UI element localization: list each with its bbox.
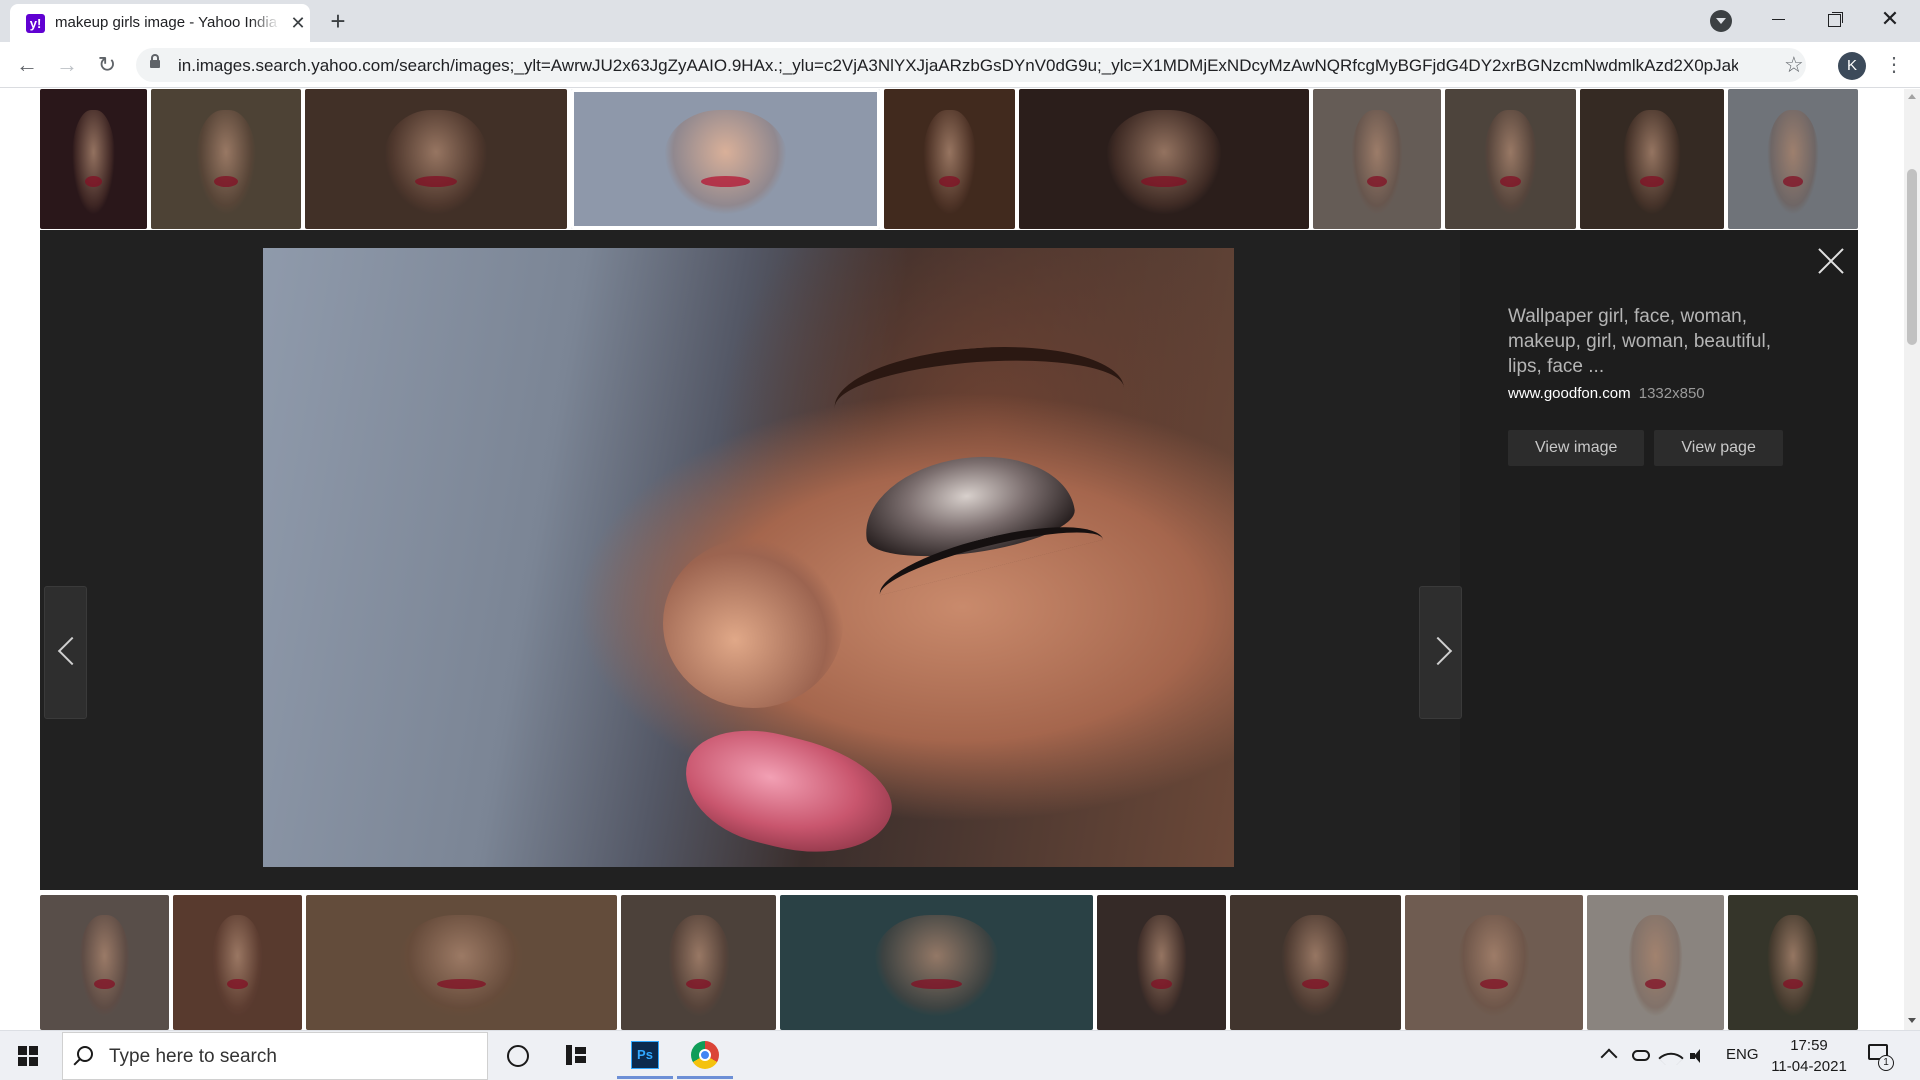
windows-start-icon[interactable] [18, 1046, 38, 1066]
page-scrollbar[interactable] [1904, 89, 1920, 1030]
result-thumbnail[interactable] [305, 89, 567, 229]
result-thumbnail[interactable] [151, 89, 301, 229]
result-thumbnail[interactable] [1405, 895, 1583, 1030]
image-info: Wallpaper girl, face, woman, makeup, gir… [1508, 304, 1808, 466]
system-clock[interactable]: 17:59 11-04-2021 [1770, 1035, 1848, 1077]
image-preview-panel: Wallpaper girl, face, woman, makeup, gir… [40, 230, 1858, 890]
photoshop-icon: Ps [631, 1041, 659, 1069]
scroll-up-arrow-icon[interactable] [1908, 94, 1916, 99]
clock-time: 17:59 [1790, 1037, 1828, 1054]
taskbar-search-placeholder: Type here to search [109, 1046, 277, 1067]
minimize-button[interactable] [1750, 0, 1806, 40]
image-source: www.goodfon.com 1332x850 [1508, 385, 1808, 402]
taskbar-photoshop[interactable]: Ps [617, 1031, 673, 1079]
url-text[interactable]: in.images.search.yahoo.com/search/images… [178, 56, 1738, 76]
result-thumbnail[interactable] [1097, 895, 1226, 1030]
chevron-left-icon [57, 636, 87, 666]
result-thumbnail[interactable] [1587, 895, 1724, 1030]
result-thumbnail[interactable] [884, 89, 1015, 229]
browser-toolbar: ← → ↻ in.images.search.yahoo.com/search/… [0, 42, 1920, 88]
result-thumbnail[interactable] [306, 895, 617, 1030]
network-icon[interactable] [1658, 1045, 1684, 1071]
search-results-page: Wallpaper girl, face, woman, makeup, gir… [0, 89, 1904, 1030]
result-thumbnail[interactable] [173, 895, 302, 1030]
result-thumbnail[interactable] [1728, 89, 1858, 229]
tab-strip: y! makeup girls image - Yahoo India Imag… [0, 0, 1920, 42]
taskbar-chrome[interactable] [677, 1031, 733, 1079]
close-preview-icon[interactable] [1816, 246, 1846, 276]
chrome-icon [691, 1041, 719, 1069]
result-thumbnail[interactable] [1313, 89, 1441, 229]
profile-avatar[interactable]: K [1838, 52, 1866, 80]
preview-image[interactable] [263, 248, 1234, 867]
result-thumbnail-selected[interactable] [571, 89, 880, 229]
forward-arrow-icon[interactable]: → [52, 50, 82, 80]
image-detail-nose [663, 538, 843, 708]
input-language[interactable]: ENG [1726, 1046, 1759, 1063]
search-icon [77, 1046, 93, 1062]
result-thumbnail[interactable] [621, 895, 776, 1030]
tab-close-icon[interactable]: ✕ [288, 13, 308, 33]
volume-icon[interactable] [1690, 1049, 1708, 1063]
yahoo-favicon-icon: y! [26, 14, 45, 33]
chevron-right-icon [1423, 636, 1453, 666]
windows-taskbar: Type here to search Ps ENG 17:59 11-04-2… [0, 1030, 1920, 1080]
result-thumbnail[interactable] [1019, 89, 1309, 229]
tab-search-icon[interactable] [1710, 10, 1732, 32]
view-image-button[interactable]: View image [1508, 430, 1645, 466]
more-menu-icon[interactable]: ⋮ [1884, 52, 1904, 80]
result-thumbnail[interactable] [40, 895, 169, 1030]
preview-image-area [40, 230, 1462, 890]
result-thumbnail[interactable] [40, 89, 147, 229]
address-bar[interactable]: in.images.search.yahoo.com/search/images… [136, 48, 1806, 82]
cortana-icon[interactable] [507, 1045, 529, 1067]
onedrive-icon[interactable] [1632, 1050, 1650, 1061]
thumbnail-row-top [40, 89, 1858, 229]
lock-icon[interactable] [150, 54, 160, 68]
task-view-icon[interactable] [566, 1045, 588, 1065]
reload-icon[interactable]: ↻ [92, 50, 122, 80]
image-actions: View image View page [1508, 430, 1808, 466]
result-thumbnail[interactable] [1728, 895, 1858, 1030]
notification-count-badge: 1 [1878, 1055, 1894, 1071]
restore-button[interactable] [1806, 0, 1862, 40]
browser-tab[interactable]: y! makeup girls image - Yahoo India Imag… [10, 4, 310, 42]
image-detail-lips [672, 714, 904, 867]
scroll-down-arrow-icon[interactable] [1908, 1018, 1916, 1023]
scrollbar-thumb[interactable] [1907, 169, 1917, 345]
image-dimensions: 1332x850 [1638, 385, 1705, 402]
result-thumbnail[interactable] [1445, 89, 1576, 229]
bookmark-star-icon[interactable]: ☆ [1784, 52, 1804, 78]
view-page-button[interactable]: View page [1654, 430, 1783, 466]
thumbnail-row-bottom [40, 895, 1858, 1030]
new-tab-button[interactable]: + [324, 8, 352, 36]
clock-date: 11-04-2021 [1771, 1058, 1847, 1075]
result-thumbnail[interactable] [1580, 89, 1724, 229]
image-detail-brow [831, 337, 1125, 419]
source-domain-link[interactable]: www.goodfon.com [1508, 385, 1631, 402]
window-close-button[interactable]: ✕ [1862, 0, 1918, 40]
show-hidden-icons-chevron-icon[interactable] [1600, 1048, 1618, 1066]
taskbar-search-box[interactable]: Type here to search [62, 1032, 488, 1080]
next-image-button[interactable] [1419, 586, 1462, 719]
result-thumbnail[interactable] [1230, 895, 1401, 1030]
image-title: Wallpaper girl, face, woman, makeup, gir… [1508, 306, 1771, 377]
back-arrow-icon[interactable]: ← [12, 50, 42, 80]
result-thumbnail[interactable] [780, 895, 1093, 1030]
tab-title: makeup girls image - Yahoo India Image S… [55, 14, 280, 31]
previous-image-button[interactable] [44, 586, 87, 719]
